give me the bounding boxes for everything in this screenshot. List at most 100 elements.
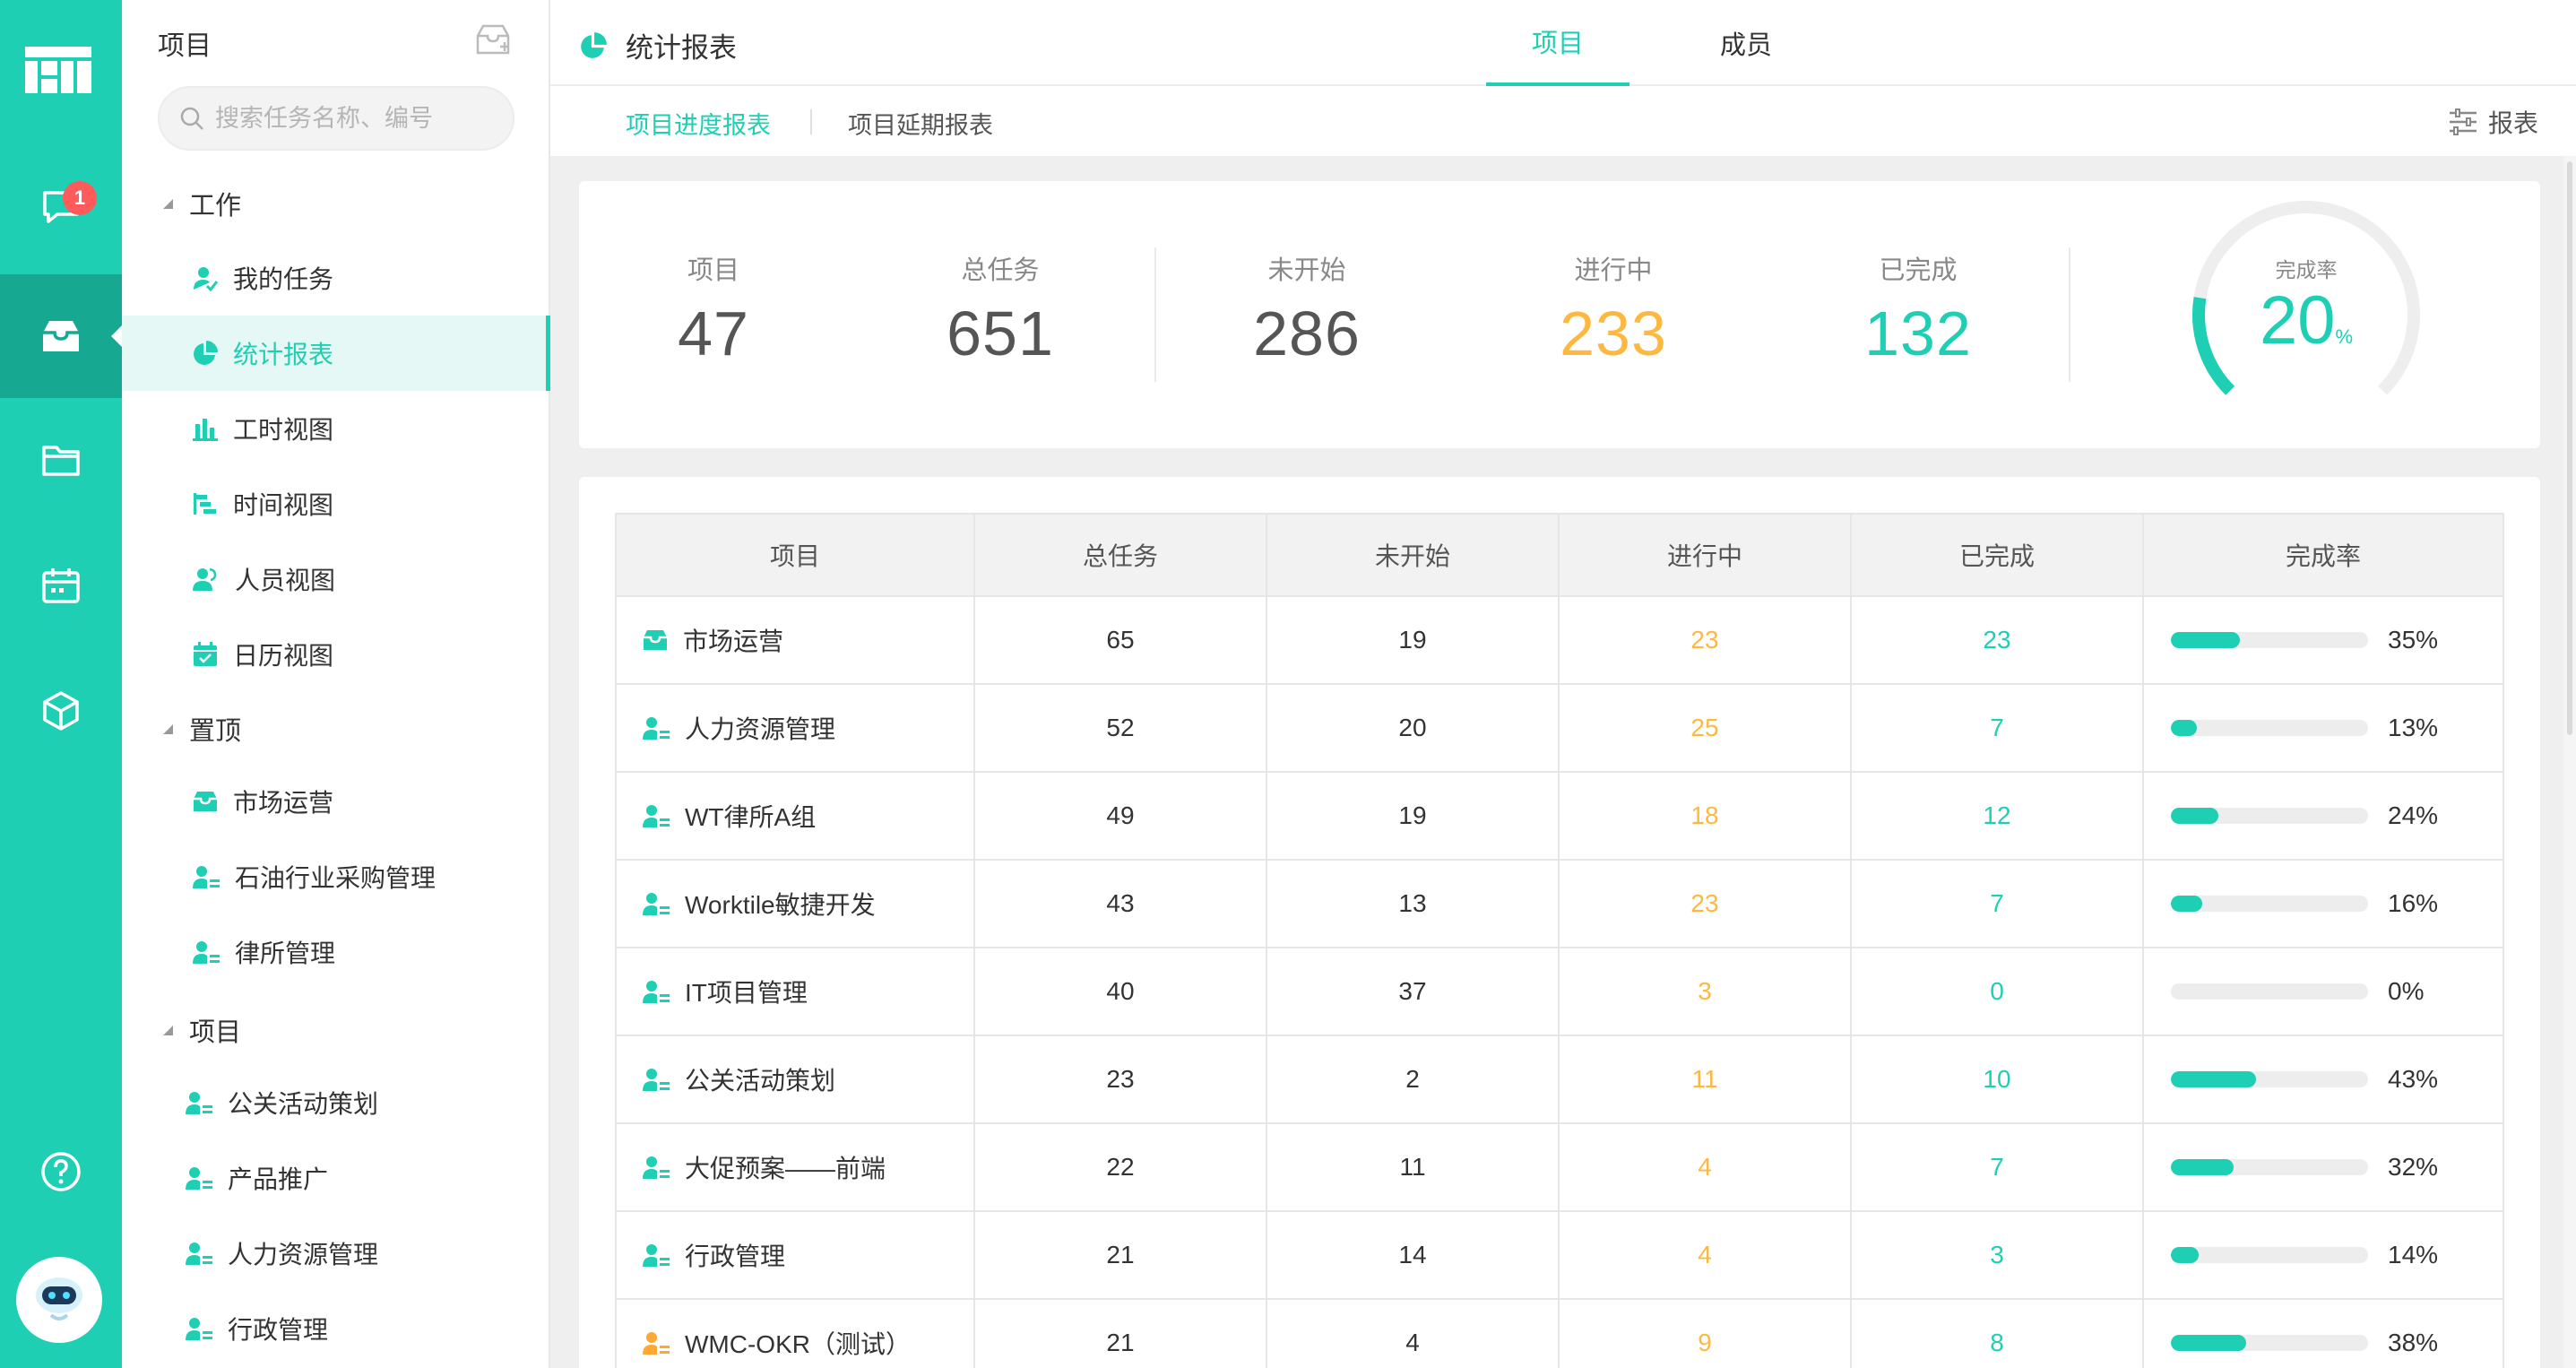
- sidebar-item-project-hr[interactable]: 人力资源管理: [122, 1216, 550, 1291]
- rate-value: 32%: [2388, 1153, 2439, 1181]
- not-started-value: 37: [1398, 977, 1427, 1005]
- table-row[interactable]: IT项目管理 40 37 3 0 0%: [615, 947, 2504, 1036]
- sidebar-item-my-tasks[interactable]: 我的任务: [122, 240, 550, 316]
- cell-not-started: 13: [1266, 859, 1560, 948]
- sidebar-item-calendar[interactable]: 日历视图: [122, 617, 550, 692]
- cell-total: 65: [973, 595, 1267, 685]
- subtab-delay-report[interactable]: 项目延期报表: [848, 106, 993, 141]
- total-value: 65: [1106, 626, 1135, 654]
- search-icon: [179, 106, 204, 131]
- cell-done: 7: [1850, 1122, 2144, 1212]
- project-name[interactable]: 市场运营: [683, 622, 783, 658]
- cell-not-started: 19: [1266, 595, 1560, 685]
- done-value: 12: [1983, 801, 2011, 829]
- cell-project[interactable]: IT项目管理: [615, 947, 975, 1036]
- sidebar-item-pinned-market[interactable]: 市场运营: [122, 764, 550, 839]
- sidebar-item-pinned-oil[interactable]: 石油行业采购管理: [122, 839, 550, 914]
- cell-done: 3: [1850, 1210, 2144, 1300]
- scrollbar-thumb[interactable]: [2567, 161, 2572, 735]
- bar-chart-icon: [192, 415, 219, 442]
- cell-project[interactable]: 市场运营: [615, 595, 975, 685]
- pie-chart-icon: [579, 31, 608, 60]
- sidebar-item-pinned-law[interactable]: 律所管理: [122, 914, 550, 990]
- section-work-label: 工作: [189, 192, 242, 221]
- table-row[interactable]: 行政管理 21 14 4 3 14%: [615, 1210, 2504, 1300]
- col-header-not-started[interactable]: 未开始: [1266, 513, 1560, 597]
- total-value: 43: [1106, 889, 1135, 917]
- subtab-progress-report[interactable]: 项目进度报表: [626, 106, 771, 141]
- col-header-project[interactable]: 项目: [615, 513, 975, 597]
- search-input[interactable]: [215, 104, 484, 133]
- project-name[interactable]: IT项目管理: [685, 974, 808, 1009]
- sidebar-item-label: 人力资源管理: [228, 1241, 379, 1268]
- add-inbox-icon[interactable]: [475, 23, 511, 56]
- cell-project[interactable]: WT律所A组: [615, 771, 975, 861]
- table-row[interactable]: Worktile敏捷开发 43 13 23 7 16%: [615, 859, 2504, 948]
- cell-in-progress: 23: [1558, 595, 1852, 685]
- project-name[interactable]: 大促预案——前端: [685, 1149, 886, 1185]
- cell-project[interactable]: 行政管理: [615, 1210, 975, 1300]
- stat-done: 已完成 132: [1820, 249, 2017, 369]
- done-value: 8: [1990, 1329, 2004, 1356]
- col-header-total[interactable]: 总任务: [973, 513, 1267, 597]
- col-header-rate[interactable]: 完成率: [2142, 513, 2504, 597]
- sidebar-item-project-promo[interactable]: 产品推广: [122, 1140, 550, 1216]
- report-settings-button[interactable]: 报表: [2449, 104, 2538, 140]
- search-box[interactable]: [158, 86, 514, 151]
- table-row[interactable]: 大促预案——前端 22 11 4 7 32%: [615, 1122, 2504, 1212]
- table-row[interactable]: 市场运营 65 19 23 23 35%: [615, 595, 2504, 685]
- project-name[interactable]: 行政管理: [685, 1237, 785, 1273]
- report-button-label: 报表: [2487, 109, 2538, 137]
- project-member-icon: [642, 1329, 670, 1356]
- rail-calendar[interactable]: [0, 524, 122, 647]
- sidebar-item-people[interactable]: 人员视图: [122, 541, 550, 617]
- subtab-divider: [810, 109, 812, 134]
- cell-project[interactable]: Worktile敏捷开发: [615, 859, 975, 948]
- section-pinned[interactable]: 置顶: [163, 710, 241, 748]
- not-started-value: 14: [1398, 1241, 1427, 1268]
- project-name[interactable]: 公关活动策划: [685, 1061, 835, 1097]
- project-name[interactable]: WT律所A组: [685, 798, 816, 834]
- progress-bar: [2171, 1071, 2368, 1087]
- sidebar-item-project-pr[interactable]: 公关活动策划: [122, 1065, 550, 1140]
- rail-files[interactable]: [0, 398, 122, 522]
- progress-bar: [2171, 720, 2368, 736]
- table-row[interactable]: WT律所A组 49 19 18 12 24%: [615, 771, 2504, 861]
- sidebar-item-statistics[interactable]: 统计报表: [122, 316, 550, 391]
- project-name[interactable]: Worktile敏捷开发: [685, 886, 876, 922]
- table-row[interactable]: 人力资源管理 52 20 25 7 13%: [615, 683, 2504, 773]
- rail-help[interactable]: [0, 1110, 122, 1234]
- sidebar-item-label: 石油行业采购管理: [235, 864, 437, 892]
- rail-apps[interactable]: [0, 649, 122, 773]
- section-work[interactable]: 工作: [163, 185, 241, 222]
- help-icon: [40, 1151, 82, 1192]
- cell-project[interactable]: 大促预案——前端: [615, 1122, 975, 1212]
- sidebar-item-project-admin[interactable]: 行政管理: [122, 1291, 550, 1366]
- col-header-in-progress[interactable]: 进行中: [1558, 513, 1852, 597]
- project-name[interactable]: WMC-OKR（测试）: [685, 1325, 911, 1361]
- project-name[interactable]: 人力资源管理: [685, 710, 835, 746]
- tab-projects[interactable]: 项目: [1486, 0, 1629, 86]
- user-avatar[interactable]: [16, 1257, 102, 1343]
- cell-in-progress: 23: [1558, 859, 1852, 948]
- not-started-value: 2: [1405, 1065, 1420, 1093]
- in-progress-value: 9: [1698, 1329, 1712, 1356]
- rail-chat[interactable]: [0, 145, 122, 269]
- table-row[interactable]: WMC-OKR（测试） 21 4 9 8 38%: [615, 1298, 2504, 1368]
- table-row[interactable]: 公关活动策划 23 2 11 10 43%: [615, 1035, 2504, 1124]
- sidebar-item-label: 行政管理: [228, 1316, 329, 1344]
- cell-project[interactable]: 人力资源管理: [615, 683, 975, 773]
- app-logo-icon[interactable]: [25, 47, 91, 93]
- cell-project[interactable]: 公关活动策划: [615, 1035, 975, 1124]
- sidebar-item-hours[interactable]: 工时视图: [122, 391, 550, 466]
- stat-in-progress: 进行中 233: [1515, 249, 1712, 369]
- cell-not-started: 2: [1266, 1035, 1560, 1124]
- sidebar-item-timeline[interactable]: 时间视图: [122, 466, 550, 541]
- tab-members[interactable]: 成员: [1674, 0, 1818, 86]
- rate-value: 35%: [2388, 626, 2439, 654]
- cell-project[interactable]: WMC-OKR（测试）: [615, 1298, 975, 1368]
- folder-icon: [41, 442, 81, 478]
- col-header-done[interactable]: 已完成: [1850, 513, 2144, 597]
- rail-projects[interactable]: [0, 274, 122, 398]
- section-projects[interactable]: 项目: [163, 1011, 241, 1049]
